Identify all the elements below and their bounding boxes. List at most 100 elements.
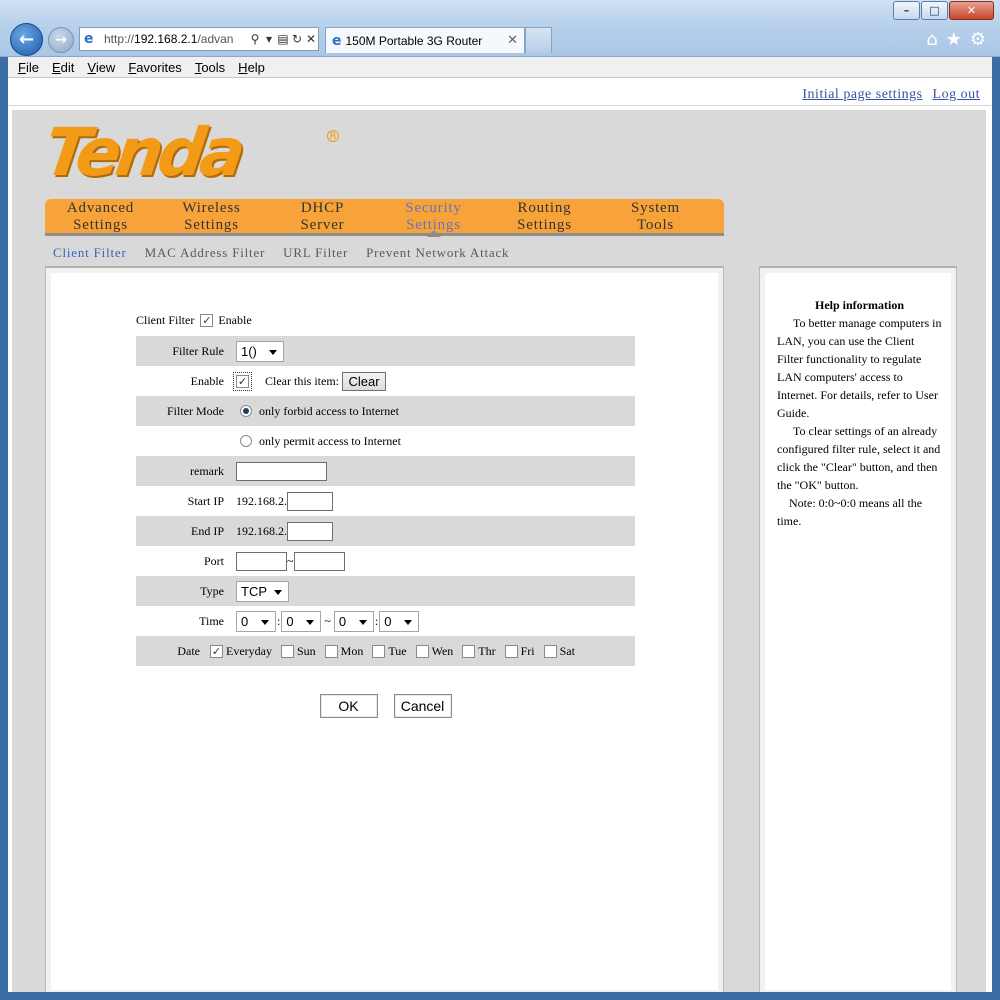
filter-rule-row: Filter Rule 1(): [136, 336, 635, 366]
search-icon[interactable]: ⚲: [248, 32, 262, 46]
tue-checkbox[interactable]: [372, 644, 386, 658]
filter-rule-label: Filter Rule: [172, 343, 224, 358]
home-icon[interactable]: ⌂: [926, 29, 937, 50]
start-ip-prefix: 192.168.2.: [236, 493, 287, 508]
router-page: Initial page settings Log out Tenda R Ad…: [8, 78, 992, 992]
fri-label: Fri: [520, 643, 535, 658]
settings-gear-icon[interactable]: ⚙: [970, 29, 986, 50]
sat-checkbox[interactable]: [543, 644, 557, 658]
menu-help[interactable]: Help: [238, 60, 265, 75]
address-url[interactable]: http://192.168.2.1/advan: [104, 32, 248, 46]
time-colon-2: :: [374, 613, 379, 628]
compatibility-view-icon[interactable]: ▤: [276, 32, 290, 46]
menu-favorites[interactable]: Favorites: [128, 60, 181, 75]
maximize-button[interactable]: □: [921, 1, 948, 20]
help-panel: Help information To better manage comput…: [759, 266, 957, 992]
time-end-minute-select[interactable]: 0: [379, 610, 420, 632]
nav-advanced-settings[interactable]: Advanced Settings: [45, 199, 156, 233]
port-start-input[interactable]: [236, 551, 287, 571]
tenda-logo: Tenda R: [40, 114, 345, 191]
remark-input[interactable]: [236, 461, 327, 481]
date-sun: Sun: [280, 644, 316, 659]
wen-label: Wen: [431, 643, 454, 658]
port-end-input[interactable]: [293, 551, 345, 571]
time-start-hour-select[interactable]: 0: [236, 610, 276, 632]
nav-wireless-settings[interactable]: Wireless Settings: [156, 199, 267, 233]
menu-file[interactable]: File: [18, 60, 39, 75]
sun-checkbox[interactable]: [280, 644, 294, 658]
time-end-hour-value: 0: [338, 613, 347, 629]
new-tab-button[interactable]: [525, 27, 552, 53]
sub-nav: Client Filter MAC Address Filter URL Fil…: [53, 245, 527, 261]
address-bar[interactable]: e http://192.168.2.1/advan ⚲ ▾ ▤ ↻ ✕: [79, 27, 319, 51]
type-select[interactable]: TCP: [236, 580, 289, 602]
filter-mode-permit-row: only permit access to Internet: [136, 426, 635, 456]
client-filter-enable-checkbox[interactable]: [200, 313, 214, 327]
start-ip-label: Start IP: [187, 493, 224, 508]
ok-button[interactable]: OK: [319, 694, 378, 718]
time-colon-1: :: [277, 613, 281, 628]
clear-button[interactable]: Clear: [342, 371, 386, 391]
subnav-url-filter[interactable]: URL Filter: [283, 245, 348, 261]
mode-forbid-radio[interactable]: [240, 405, 252, 417]
favorites-star-icon[interactable]: ★: [946, 29, 962, 50]
date-label: Date: [177, 643, 200, 658]
mon-checkbox[interactable]: [324, 644, 338, 658]
tab-close-icon[interactable]: ✕: [507, 33, 518, 48]
time-start-hour-value: 0: [241, 613, 249, 629]
back-arrow-icon: ←: [18, 29, 35, 50]
thr-checkbox[interactable]: [462, 644, 476, 658]
dropdown-arrow-icon[interactable]: ▾: [262, 32, 276, 46]
window-controls: – □ ✕: [892, 1, 994, 20]
back-button[interactable]: ←: [10, 23, 43, 56]
browser-tab[interactable]: e 150M Portable 3G Router ✕: [325, 27, 525, 53]
registered-mark: R: [327, 130, 339, 142]
thr-label: Thr: [478, 643, 496, 658]
time-start-minute-select[interactable]: 0: [281, 610, 322, 632]
rule-enable-checkbox[interactable]: [233, 371, 252, 391]
ie-tab-icon: e: [332, 32, 342, 49]
menu-bar: File Edit View Favorites Tools Help: [8, 57, 992, 78]
subnav-prevent-network-attack[interactable]: Prevent Network Attack: [366, 245, 509, 261]
date-tue: Tue: [372, 644, 407, 659]
filter-rule-select[interactable]: 1(): [236, 340, 284, 362]
mode-permit-radio[interactable]: [240, 435, 252, 447]
nav-system-tools[interactable]: System Tools: [600, 199, 711, 233]
url-rest: /advan: [197, 32, 234, 46]
time-separator: ~: [324, 613, 331, 628]
menu-view[interactable]: View: [87, 60, 115, 75]
start-ip-input[interactable]: [287, 491, 333, 511]
content-panel: Client Filter Enable Filter Rule 1() Ena…: [45, 266, 724, 992]
menu-edit[interactable]: Edit: [52, 60, 74, 75]
subnav-client-filter[interactable]: Client Filter: [53, 245, 127, 261]
time-end-hour-select[interactable]: 0: [333, 610, 374, 632]
nav-routing-settings[interactable]: Routing Settings: [489, 199, 600, 233]
help-note: Note: 0:0~0:0 means all the time.: [777, 496, 923, 528]
start-ip-row: Start IP 192.168.2.: [136, 486, 635, 516]
time-end-minute-value: 0: [384, 613, 392, 629]
form-actions: OK Cancel: [136, 666, 635, 718]
nav-dhcp-server[interactable]: DHCP Server: [267, 199, 378, 233]
wen-checkbox[interactable]: [415, 644, 429, 658]
fri-checkbox[interactable]: [504, 644, 518, 658]
remark-row: remark: [136, 456, 635, 486]
mode-forbid-label: only forbid access to Internet: [259, 403, 399, 418]
stop-icon[interactable]: ✕: [304, 32, 318, 46]
client-filter-enable-label: Enable: [218, 312, 252, 327]
everyday-label: Everyday: [226, 643, 272, 658]
nav-security-settings[interactable]: Security Settings: [378, 199, 489, 237]
menu-tools[interactable]: Tools: [195, 60, 225, 75]
close-window-button[interactable]: ✕: [949, 1, 994, 20]
initial-page-settings-link[interactable]: Initial page settings: [802, 87, 922, 102]
everyday-checkbox[interactable]: [210, 644, 223, 658]
date-sat: Sat: [543, 644, 575, 659]
end-ip-input[interactable]: [287, 521, 333, 541]
refresh-icon[interactable]: ↻: [290, 32, 304, 46]
minimize-button[interactable]: –: [893, 1, 920, 20]
date-row: Date Everyday Sun Mon Tue Wen Thr Fri Sa…: [136, 636, 635, 666]
logout-link[interactable]: Log out: [933, 87, 980, 102]
forward-button[interactable]: →: [48, 27, 74, 53]
cancel-button[interactable]: Cancel: [393, 694, 452, 718]
date-fri: Fri: [504, 643, 535, 659]
subnav-mac-address-filter[interactable]: MAC Address Filter: [145, 245, 266, 261]
